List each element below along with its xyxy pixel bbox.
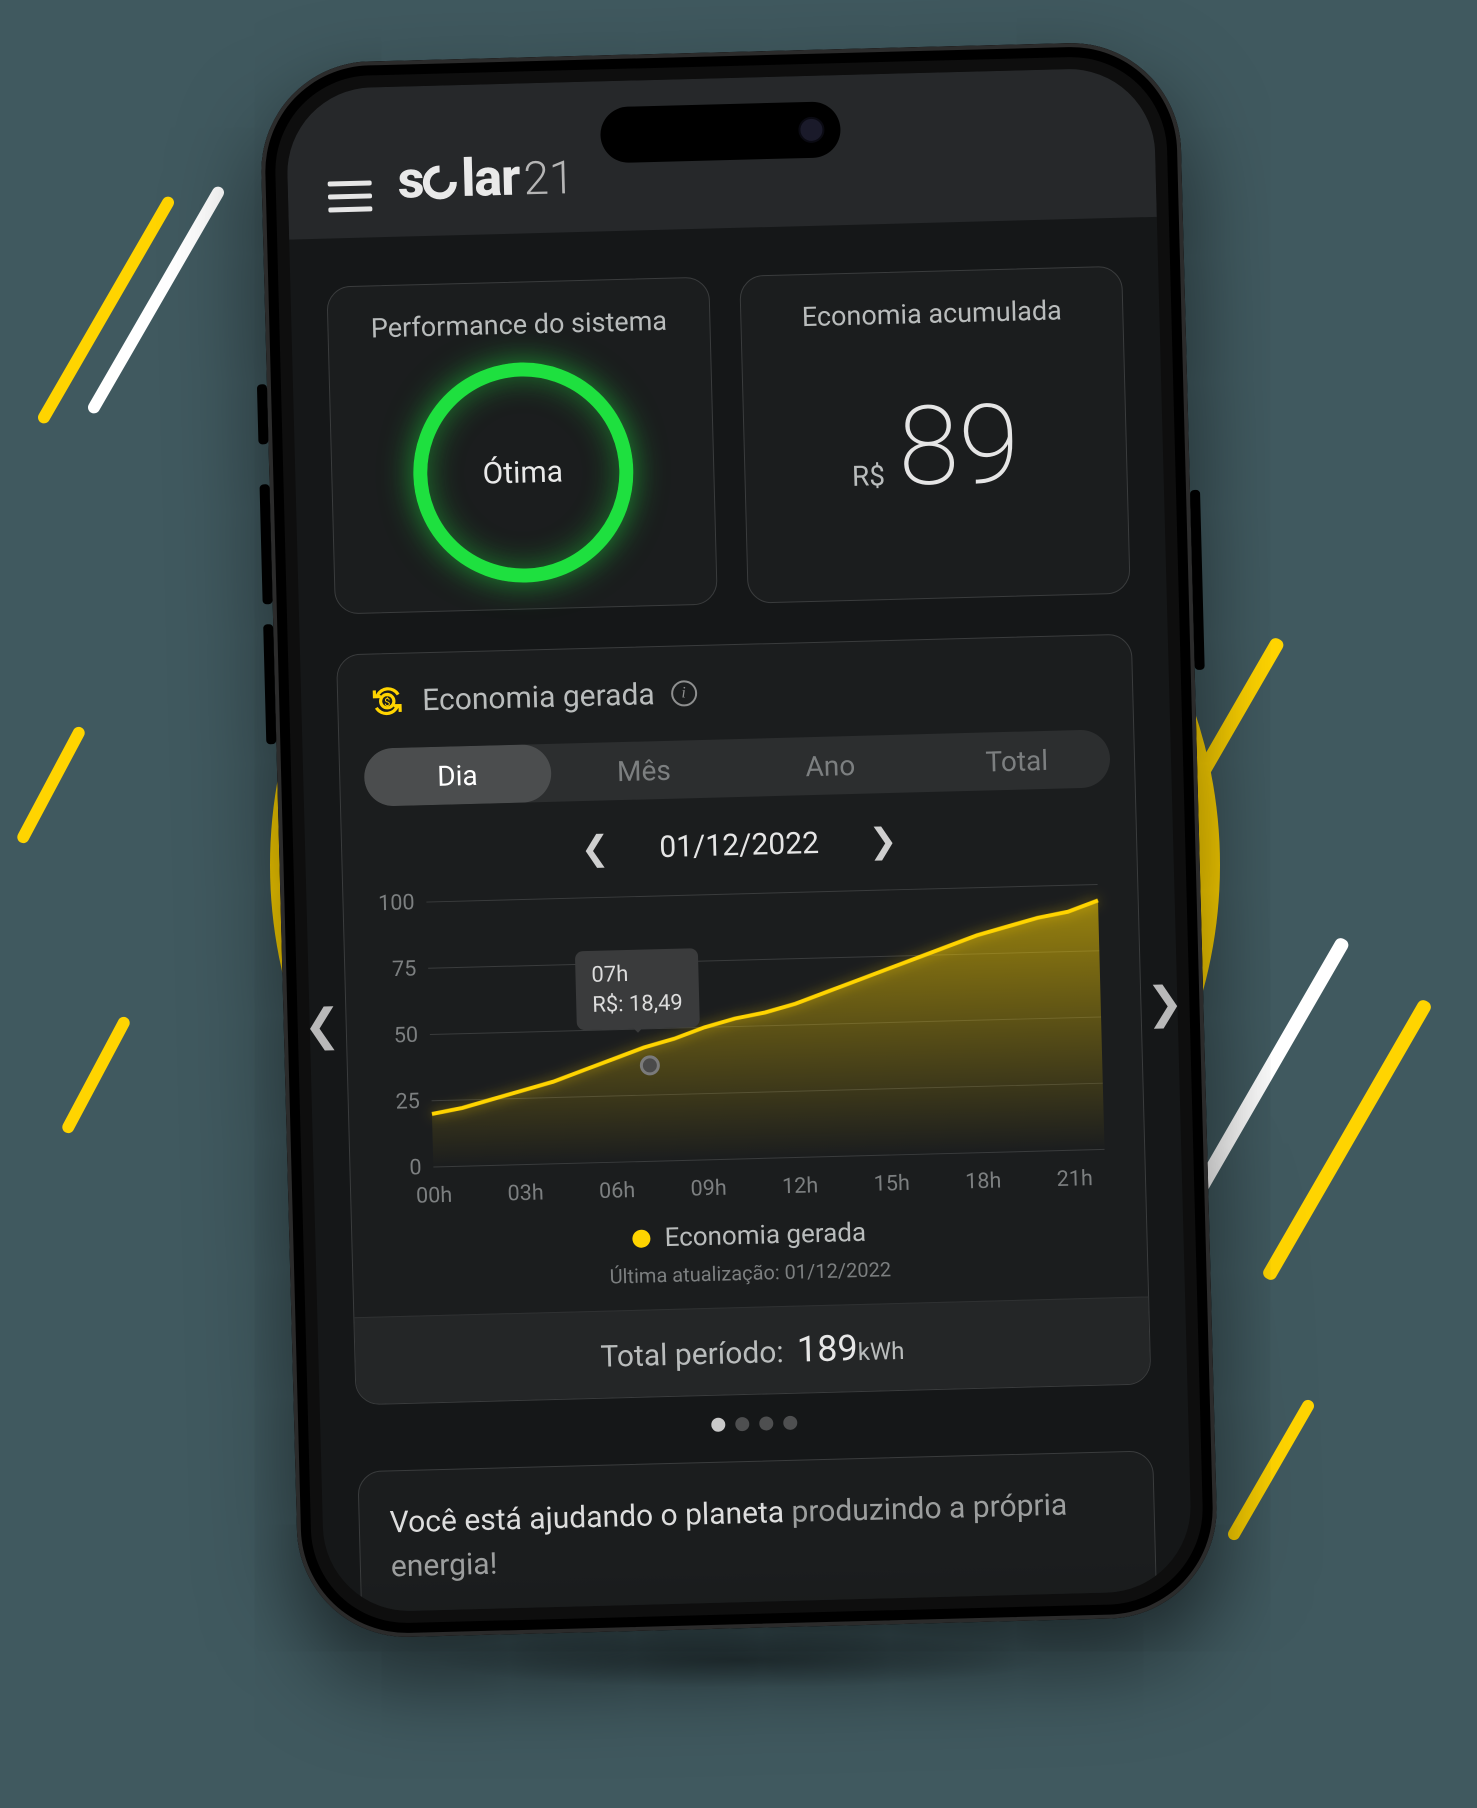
total-unit: kWh <box>857 1337 904 1366</box>
chart-y-axis: 0 25 50 75 100 <box>378 890 422 1181</box>
phone-button <box>260 484 273 604</box>
bg-slash <box>15 725 87 845</box>
total-value: 189 <box>796 1327 858 1371</box>
performance-title: Performance do sistema <box>370 305 667 345</box>
date-prev-icon[interactable]: ❮ <box>580 828 610 869</box>
svg-text:15h: 15h <box>873 1171 910 1197</box>
chart-area: 0 25 50 75 100 00h 03h 06h 09h 12h 15h 18h 21h 07h … <box>343 867 1145 1222</box>
phone-button <box>263 624 276 744</box>
chart-card: $ Economia gerada i Dia Mês Ano Total ❮ … <box>336 634 1151 1406</box>
planet-card: Você está ajudando o planeta produzindo … <box>357 1450 1159 1613</box>
planet-heading-strong: Você está ajudando o planeta <box>389 1495 784 1540</box>
svg-text:09h: 09h <box>690 1176 727 1202</box>
date-next-icon[interactable]: ❯ <box>868 821 898 862</box>
svg-text:$: $ <box>384 696 391 709</box>
tab-mes[interactable]: Mês <box>550 739 738 802</box>
performance-status: Ótima <box>482 454 563 491</box>
svg-text:21h: 21h <box>1056 1166 1093 1192</box>
menu-icon[interactable] <box>328 180 373 212</box>
brand-logo-text: slar <box>397 147 520 211</box>
svg-text:0: 0 <box>409 1155 422 1180</box>
svg-text:06h: 06h <box>599 1178 636 1204</box>
dynamic-island <box>600 101 841 163</box>
svg-text:50: 50 <box>394 1023 419 1049</box>
pill-trees[interactable]: Árvores <box>897 1599 1127 1613</box>
bg-slash <box>1193 936 1350 1194</box>
svg-text:25: 25 <box>395 1089 420 1115</box>
app-screen: slar21 ❮ ❯ Performance do sistema Ótima … <box>285 67 1193 1613</box>
legend-swatch <box>632 1229 650 1247</box>
savings-currency: R$ <box>852 459 886 493</box>
chart-total-bar: Total período: 189kWh <box>354 1296 1150 1404</box>
carousel-prev-icon[interactable]: ❮ <box>303 999 341 1052</box>
bg-slash <box>60 1015 132 1135</box>
svg-text:03h: 03h <box>507 1180 544 1206</box>
savings-chart[interactable]: 0 25 50 75 100 00h 03h 06h 09h 12h 15h 18h 21h <box>367 871 1121 1220</box>
savings-cycle-icon: $ <box>368 682 407 721</box>
tooltip-line-2: R$: 18,49 <box>592 988 683 1020</box>
savings-card: Economia acumulada R$ 89 <box>739 266 1130 604</box>
info-icon[interactable]: i <box>670 680 697 707</box>
content: ❮ ❯ Performance do sistema Ótima Economi… <box>289 217 1193 1613</box>
performance-gauge: Ótima <box>410 360 636 586</box>
tab-total[interactable]: Total <box>923 729 1111 792</box>
tooltip-line-1: 07h <box>591 959 682 991</box>
svg-text:100: 100 <box>378 890 415 916</box>
pill-km[interactable]: KM não <box>645 1606 875 1613</box>
brand-logo-suffix: 21 <box>523 151 575 206</box>
total-label: Total período: <box>600 1335 784 1375</box>
brand-logo: slar21 <box>397 145 575 211</box>
performance-card: Performance do sistema Ótima <box>326 277 717 615</box>
bg-slash <box>1226 1398 1316 1543</box>
phone-frame: slar21 ❮ ❯ Performance do sistema Ótima … <box>259 40 1220 1640</box>
savings-value: 89 <box>897 390 1021 503</box>
chart-tooltip: 07h R$: 18,49 <box>575 948 700 1031</box>
tab-dia[interactable]: Dia <box>363 744 551 807</box>
carousel-next-icon[interactable]: ❯ <box>1146 976 1184 1029</box>
tab-ano[interactable]: Ano <box>736 734 924 797</box>
savings-title: Economia acumulada <box>801 294 1062 333</box>
carousel-dots[interactable] <box>356 1406 1152 1441</box>
svg-text:00h: 00h <box>416 1183 453 1209</box>
svg-text:18h: 18h <box>965 1168 1002 1194</box>
legend-label: Economia gerada <box>664 1218 866 1253</box>
date-value: 01/12/2022 <box>659 825 820 864</box>
phone-button <box>1190 490 1205 670</box>
chart-title: Economia gerada <box>422 677 655 718</box>
chart-x-axis: 00h 03h 06h 09h 12h 15h 18h 21h <box>416 1166 1093 1209</box>
chart-area-fill <box>427 900 1105 1167</box>
svg-text:12h: 12h <box>782 1173 819 1199</box>
phone-button <box>257 384 269 444</box>
pill-co2[interactable]: CO₂ <box>392 1612 622 1613</box>
svg-text:75: 75 <box>392 956 417 982</box>
